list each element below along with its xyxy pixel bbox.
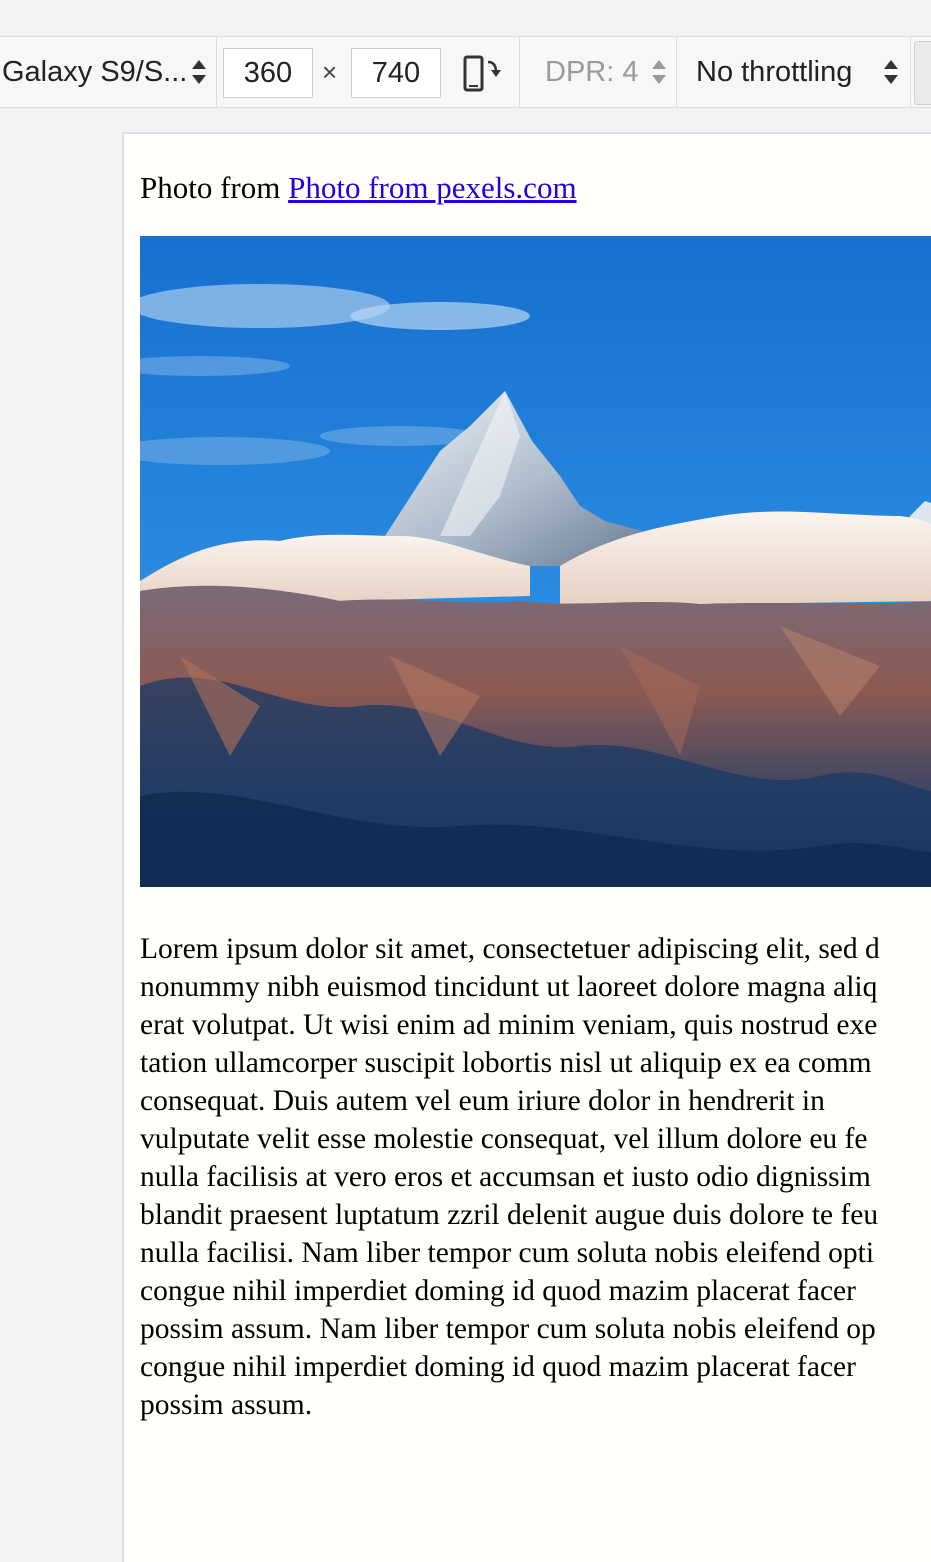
select-arrows-icon bbox=[652, 58, 666, 86]
device-select[interactable]: Galaxy S9/S... bbox=[0, 37, 217, 107]
dimension-separator: × bbox=[322, 57, 338, 87]
lorem-line: congue nihil imperdiet doming id quod ma… bbox=[140, 1351, 856, 1383]
device-viewport: Photo from Photo from pexels.com Lorem i… bbox=[122, 132, 931, 1562]
lorem-line: congue nihil imperdiet doming id quod ma… bbox=[140, 1275, 856, 1307]
lorem-line: Lorem ipsum dolor sit amet, consectetuer… bbox=[140, 933, 880, 965]
select-arrows-icon bbox=[192, 58, 206, 86]
lorem-line: possim assum. bbox=[140, 1389, 313, 1421]
lorem-line: nulla facilisis at vero eros et accumsan… bbox=[140, 1161, 871, 1193]
lorem-line: erat volutpat. Ut wisi enim ad minim ven… bbox=[140, 1009, 878, 1041]
photo-credit-prefix: Photo from bbox=[140, 170, 281, 205]
throttling-select[interactable]: No throttling bbox=[677, 37, 911, 107]
lorem-line: blandit praesent luptatum zzril delenit … bbox=[140, 1199, 879, 1231]
lorem-line: tation ullamcorper suscipit lobortis nis… bbox=[140, 1047, 872, 1079]
device-toolbar-bar: Galaxy S9/S... 360 × 740 DPR: 4 No throt… bbox=[0, 36, 931, 108]
height-input[interactable]: 740 bbox=[351, 48, 441, 98]
rotate-icon[interactable] bbox=[458, 54, 506, 94]
throttling-select-label: No throttling bbox=[696, 56, 853, 88]
photo-credit: Photo from Photo from pexels.com bbox=[140, 168, 577, 208]
pexels-link[interactable]: Photo from pexels.com bbox=[288, 170, 576, 205]
mountain-photo bbox=[140, 236, 931, 887]
lorem-paragraph: Lorem ipsum dolor sit amet, consectetuer… bbox=[140, 930, 931, 1424]
lorem-line: possim assum. Nam liber tempor cum solut… bbox=[140, 1313, 876, 1345]
device-select-label: Galaxy S9/S... bbox=[2, 56, 188, 88]
toolbar-overflow-button[interactable] bbox=[914, 41, 931, 105]
device-toolbar: Galaxy S9/S... 360 × 740 DPR: 4 No throt… bbox=[0, 0, 931, 108]
lorem-line: consequat. Duis autem vel eum iriure dol… bbox=[140, 1085, 825, 1117]
lorem-line: vulputate velit esse molestie consequat,… bbox=[140, 1123, 868, 1155]
lorem-line: nonummy nibh euismod tincidunt ut laoree… bbox=[140, 971, 878, 1003]
dpr-select[interactable]: DPR: 4 bbox=[520, 37, 676, 107]
toolbar-divider bbox=[910, 37, 911, 107]
lorem-line: nulla facilisi. Nam liber tempor cum sol… bbox=[140, 1237, 875, 1269]
select-arrows-icon bbox=[884, 58, 898, 86]
width-input[interactable]: 360 bbox=[223, 48, 313, 98]
dpr-select-label: DPR: 4 bbox=[545, 56, 639, 88]
